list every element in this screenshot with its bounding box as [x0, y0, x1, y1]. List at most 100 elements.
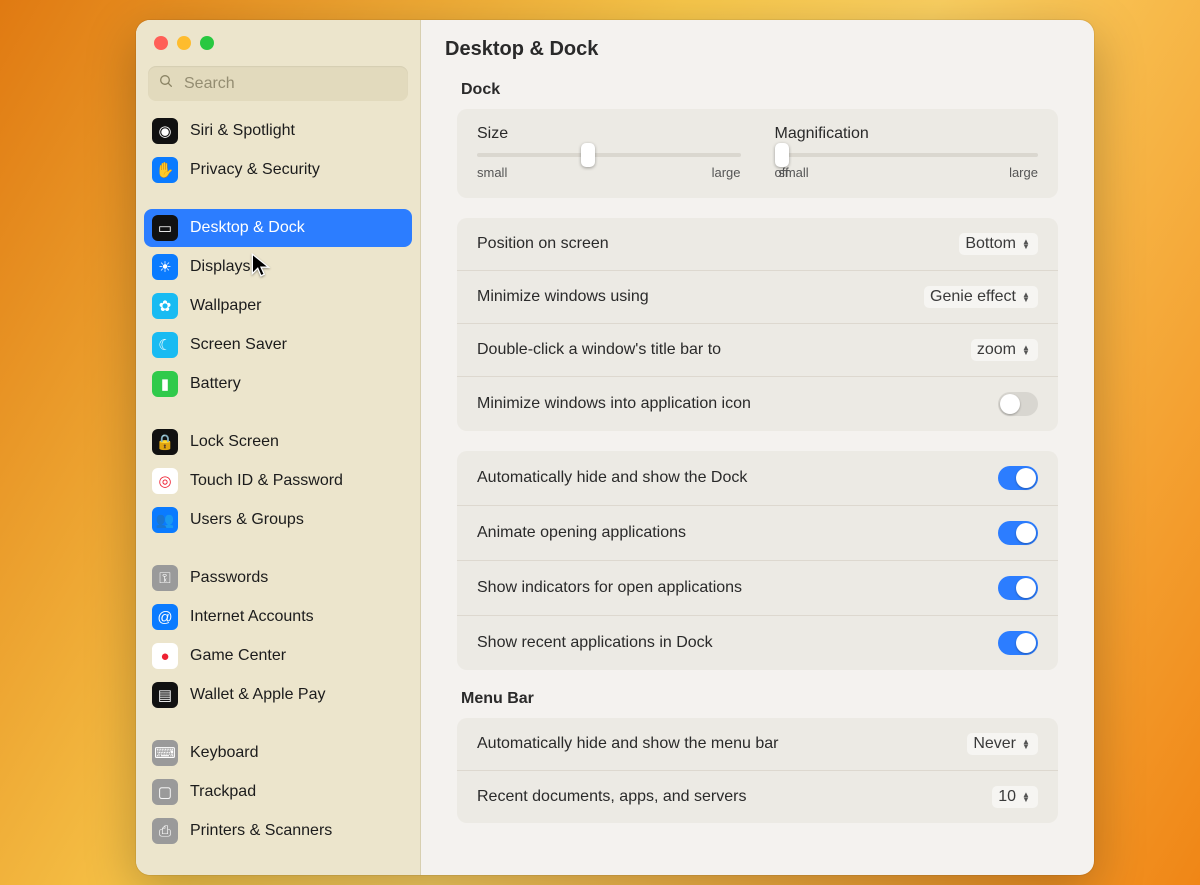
sidebar-item-privacy-security[interactable]: ✋ Privacy & Security: [144, 151, 412, 189]
stepper-arrows-icon: ▲▼: [1022, 292, 1032, 302]
toggle-switch[interactable]: [998, 392, 1038, 416]
keyboard-icon: ⌨: [152, 740, 178, 766]
wallet-icon: ▤: [152, 682, 178, 708]
row-label: Position on screen: [477, 235, 609, 253]
close-window-button[interactable]: [154, 36, 168, 50]
sidebar-item-internet-accounts[interactable]: @Internet Accounts: [144, 598, 412, 636]
row-label: Minimize windows into application icon: [477, 395, 751, 413]
row-label: Automatically hide and show the Dock: [477, 469, 747, 487]
sidebar: ◉ Siri & Spotlight ✋ Privacy & Security ▭ Des…: [136, 20, 421, 875]
siri-icon: ◉: [152, 118, 178, 144]
sidebar-item-label: Passwords: [190, 569, 268, 587]
sidebar-item-trackpad[interactable]: ▢ Trackpad: [144, 773, 412, 811]
sidebar-item-game-center[interactable]: ● Game Center: [144, 637, 412, 675]
stepper-arrows-icon: ▲▼: [1022, 345, 1032, 355]
search-input[interactable]: [182, 74, 398, 94]
sidebar-item-users-groups[interactable]: 👥Users & Groups: [144, 501, 412, 539]
dock-row-0: Position on screen Bottom ▲▼: [457, 218, 1058, 270]
sidebar-item-label: Trackpad: [190, 783, 256, 801]
sidebar-item-label: Keyboard: [190, 744, 259, 762]
sidebar-item-displays[interactable]: ☀ Displays: [144, 248, 412, 286]
mag-min-label: small: [778, 165, 808, 180]
sidebar-item-label: Displays: [190, 258, 250, 276]
flower-icon: ✿: [152, 293, 178, 319]
sidebar-item-label: Printers & Scanners: [190, 822, 332, 840]
row-label: Automatically hide and show the menu bar: [477, 735, 779, 753]
popup-value: zoom: [977, 341, 1016, 359]
sidebar-item-label: Lock Screen: [190, 433, 279, 451]
dock-toggles-group: Automatically hide and show the Dock Anim…: [457, 451, 1058, 670]
dock-row-1: Animate opening applications: [457, 505, 1058, 560]
popup-value: Bottom: [965, 235, 1016, 253]
dock-row-1: Minimize windows using Genie effect ▲▼: [457, 270, 1058, 323]
popup-value: Genie effect: [930, 288, 1016, 306]
sidebar-item-label: Privacy & Security: [190, 161, 320, 179]
popup-value: 10: [998, 788, 1016, 806]
trackpad-icon: ▢: [152, 779, 178, 805]
popup-button[interactable]: zoom ▲▼: [971, 339, 1038, 361]
sidebar-item-label: Battery: [190, 375, 241, 393]
lock-icon: 🔒: [152, 429, 178, 455]
menubar-row-0: Automatically hide and show the menu bar…: [457, 718, 1058, 770]
sidebar-item-label: Game Center: [190, 647, 286, 665]
sun-icon: ☀: [152, 254, 178, 280]
popup-button[interactable]: Bottom ▲▼: [959, 233, 1038, 255]
row-label: Minimize windows using: [477, 288, 649, 306]
section-menubar-label: Menu Bar: [461, 690, 1054, 708]
menubar-row-1: Recent documents, apps, and servers10▲▼: [457, 770, 1058, 823]
toggle-switch[interactable]: [998, 631, 1038, 655]
dock-size-group: Size small large Magnification off small: [457, 109, 1058, 198]
toggle-switch[interactable]: [998, 576, 1038, 600]
stepper-arrows-icon: ▲▼: [1022, 792, 1032, 802]
sidebar-item-screen-saver[interactable]: ☾Screen Saver: [144, 326, 412, 364]
sidebar-item-printers-scanners[interactable]: ⎙ Printers & Scanners: [144, 812, 412, 850]
mag-max-label: large: [1009, 165, 1038, 180]
minimize-window-button[interactable]: [177, 36, 191, 50]
toggle-switch[interactable]: [998, 521, 1038, 545]
menubar-options-group: Automatically hide and show the menu bar…: [457, 718, 1058, 823]
battery-icon: ▮: [152, 371, 178, 397]
row-label: Animate opening applications: [477, 524, 686, 542]
hand-icon: ✋: [152, 157, 178, 183]
dock-row-2: Show indicators for open applications: [457, 560, 1058, 615]
zoom-window-button[interactable]: [200, 36, 214, 50]
dock-row-3: Minimize windows into application icon: [457, 376, 1058, 431]
search-icon: [158, 73, 174, 94]
sidebar-item-lock-screen[interactable]: 🔒 Lock Screen: [144, 423, 412, 461]
popup-button[interactable]: Never▲▼: [967, 733, 1038, 755]
sidebar-item-keyboard[interactable]: ⌨ Keyboard: [144, 734, 412, 772]
stepper-arrows-icon: ▲▼: [1022, 239, 1032, 249]
moon-icon: ☾: [152, 332, 178, 358]
sidebar-item-desktop-dock[interactable]: ▭ Desktop & Dock: [144, 209, 412, 247]
dock-size-slider[interactable]: Size small large: [477, 125, 741, 180]
sidebar-item-touch-id-password[interactable]: ◎Touch ID & Password: [144, 462, 412, 500]
dock-magnification-slider[interactable]: Magnification off small large: [775, 125, 1039, 180]
row-label: Show indicators for open applications: [477, 579, 742, 597]
dock-icon: ▭: [152, 215, 178, 241]
window-controls: [136, 20, 420, 58]
sidebar-item-passwords[interactable]: ⚿Passwords: [144, 559, 412, 597]
dock-options-group: Position on screenBottom▲▼Minimize windo…: [457, 218, 1058, 431]
sidebar-item-label: Desktop & Dock: [190, 219, 305, 237]
sidebar-list: ◉ Siri & Spotlight ✋ Privacy & Security ▭ Des…: [136, 111, 420, 875]
sidebar-item-label: Siri & Spotlight: [190, 122, 295, 140]
sidebar-item-battery[interactable]: ▮ Battery: [144, 365, 412, 403]
size-min-label: small: [477, 165, 507, 180]
sidebar-item-wallet-apple-pay[interactable]: ▤Wallet & Apple Pay: [144, 676, 412, 714]
settings-content: Dock Size small large Magnification: [421, 75, 1094, 875]
printer-icon: ⎙: [152, 818, 178, 844]
section-dock-label: Dock: [461, 81, 1054, 99]
dock-row-2: Double-click a window's title bar to zoom…: [457, 323, 1058, 376]
sidebar-item-wallpaper[interactable]: ✿ Wallpaper: [144, 287, 412, 325]
game-center-icon: ●: [152, 643, 178, 669]
sidebar-item-siri-spotlight[interactable]: ◉ Siri & Spotlight: [144, 112, 412, 150]
at-icon: @: [152, 604, 178, 630]
row-label: Double-click a window's title bar to: [477, 341, 721, 359]
page-title: Desktop & Dock: [421, 20, 1094, 75]
fingerprint-icon: ◎: [152, 468, 178, 494]
search-field[interactable]: [148, 66, 408, 101]
sidebar-item-label: Wallpaper: [190, 297, 261, 315]
popup-button[interactable]: 10 ▲▼: [992, 786, 1038, 808]
toggle-switch[interactable]: [998, 466, 1038, 490]
popup-button[interactable]: Genie effect ▲▼: [924, 286, 1038, 308]
